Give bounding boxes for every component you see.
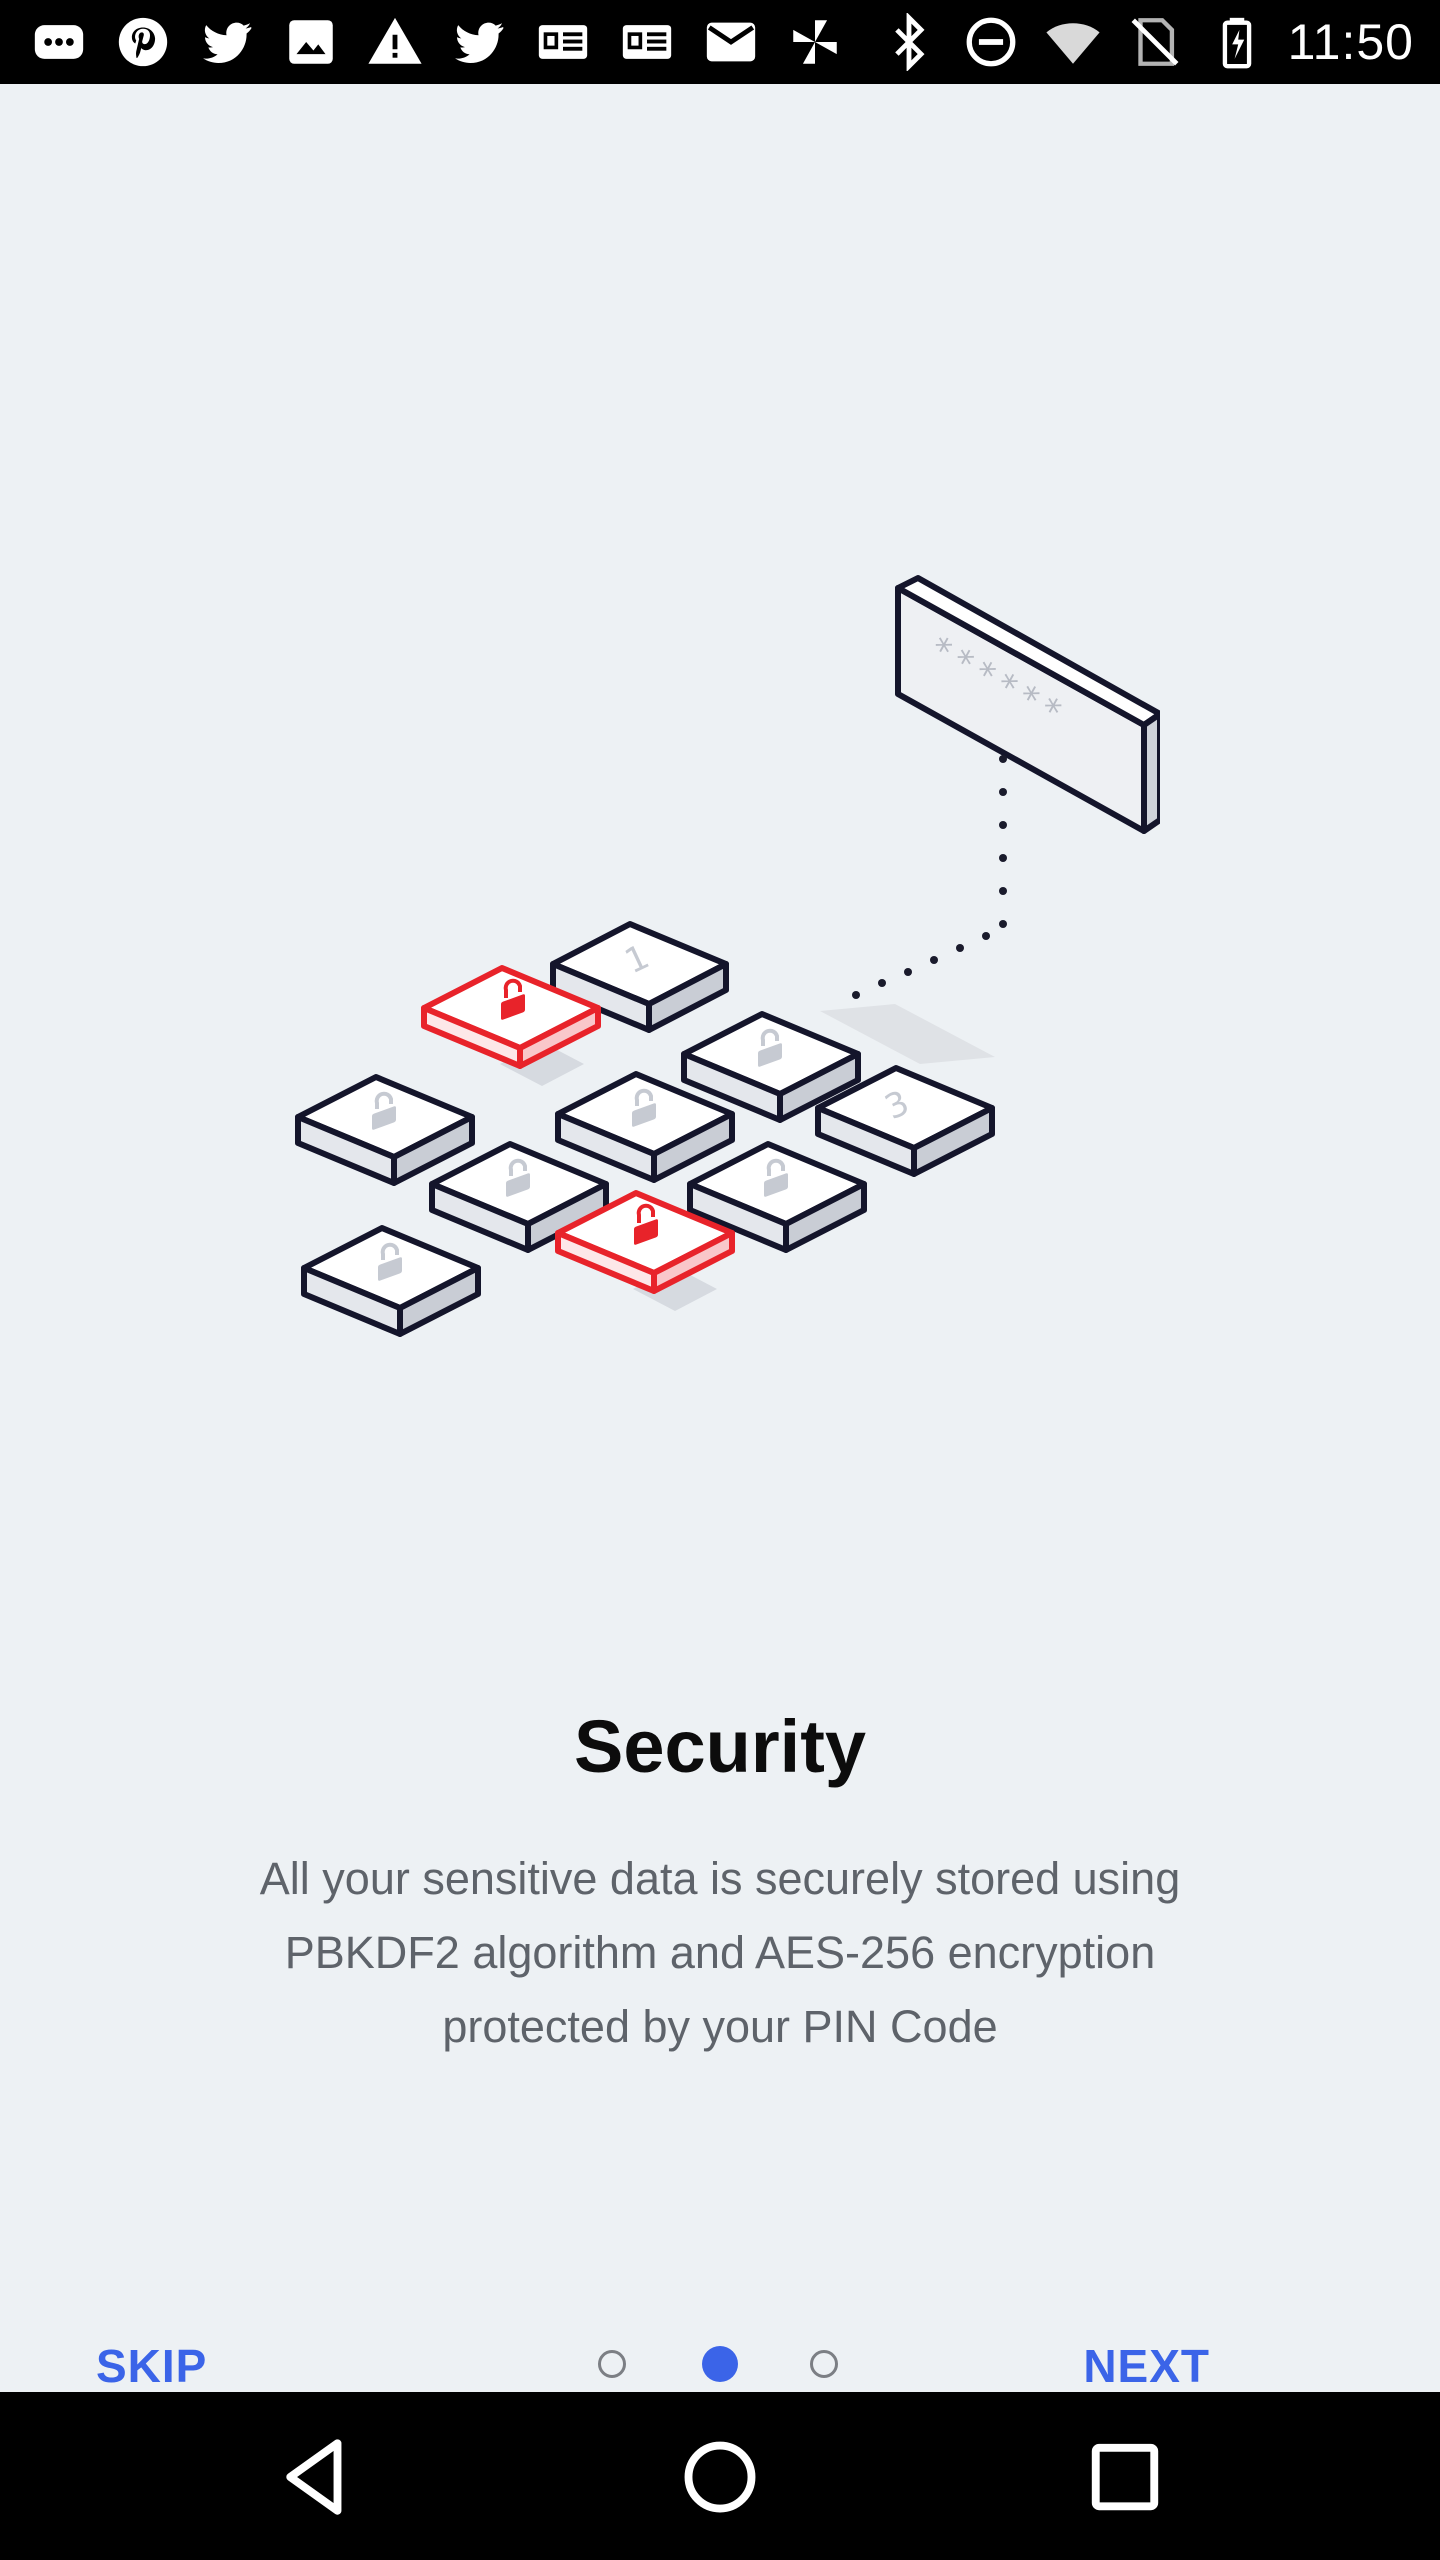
key-tile-locked [295,1074,475,1186]
page-dot-1[interactable] [598,2350,626,2378]
recents-button[interactable] [1080,2432,1170,2522]
do-not-disturb-icon [960,11,1022,73]
password-box: ****** [820,575,1160,1064]
page-indicator [598,2346,842,2386]
page-dot-2[interactable] [702,2346,738,2382]
navigation-bar [0,2392,1440,2560]
back-icon [286,2439,342,2515]
recents-icon [1091,2443,1159,2511]
home-button[interactable] [675,2432,765,2522]
chat-icon [28,11,90,73]
no-sim-icon [1124,11,1186,73]
onboarding-screen: ****** 1 3 Security All your sensitive d… [0,84,1440,2392]
twitter-icon [448,11,510,73]
twitter-icon [196,11,258,73]
key-tile-locked [301,1225,481,1337]
page-description: All your sensitive data is securely stor… [259,1853,1181,2052]
notification-icons [28,0,846,84]
home-icon [684,2441,756,2513]
image-icon [280,11,342,73]
security-illustration: ****** 1 3 [295,575,1160,1337]
page-title: Security [573,1705,867,1788]
mail-icon [700,11,762,73]
status-bar: 11:50 [0,0,1440,84]
clock: 11:50 [1287,14,1414,70]
pinterest-icon [112,11,174,73]
wifi-icon [1042,11,1104,73]
bluetooth-icon [878,11,940,73]
news-icon [532,11,594,73]
news-icon [616,11,678,73]
system-status: 11:50 [878,0,1414,84]
battery-icon [1206,11,1268,73]
dotted-connector [852,755,1007,999]
warning-icon [364,11,426,73]
pinwheel-icon [784,11,846,73]
page-dot-3[interactable] [810,2350,838,2378]
back-button[interactable] [270,2432,360,2522]
